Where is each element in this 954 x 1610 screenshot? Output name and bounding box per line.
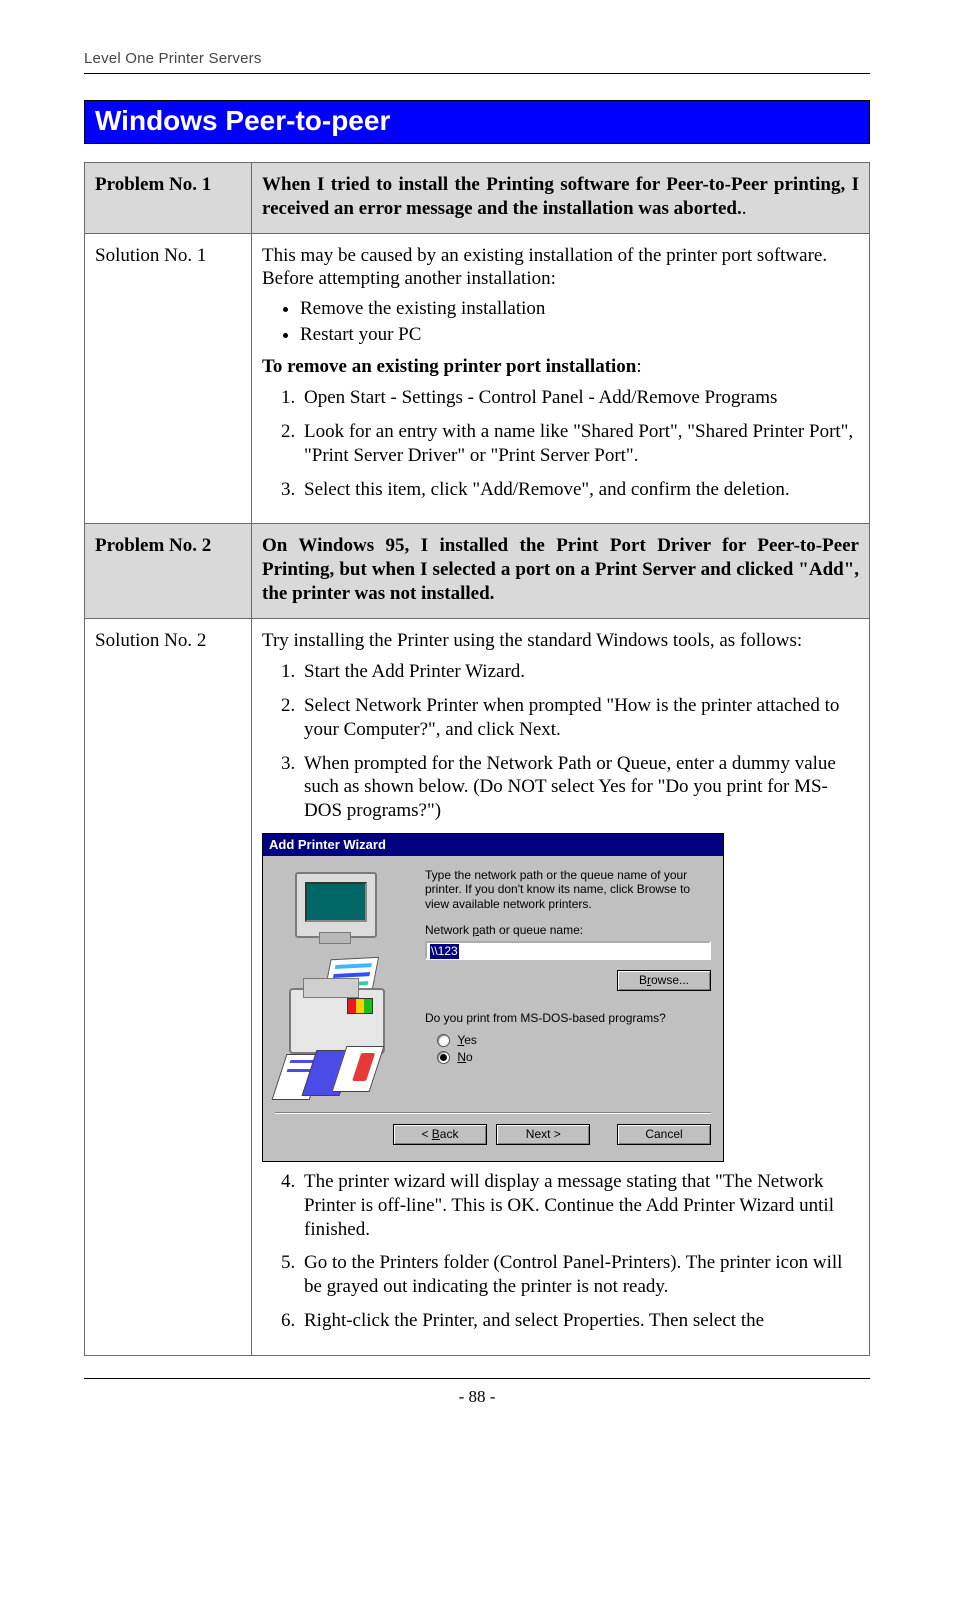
radio-no[interactable]: No	[437, 1050, 711, 1065]
cancel-button[interactable]: Cancel	[617, 1124, 711, 1145]
solution-1-label: Solution No. 1	[85, 233, 252, 524]
btn-part: <	[421, 1127, 431, 1141]
label-part: ath or queue name:	[479, 923, 583, 937]
radio-accel: N	[457, 1050, 466, 1064]
printer-icon	[289, 988, 385, 1054]
list-item: The printer wizard will display a messag…	[300, 1170, 859, 1241]
list-item: Look for an entry with a name like "Shar…	[300, 420, 859, 468]
btn-part: B	[639, 973, 647, 987]
problem-1-label: Problem No. 1	[85, 163, 252, 234]
btn-accelerator: B	[432, 1127, 440, 1141]
solution-1-body: This may be caused by an existing instal…	[252, 233, 870, 524]
list-item: Restart your PC	[300, 323, 859, 347]
dialog-title: Add Printer Wizard	[263, 834, 723, 856]
table-row: Solution No. 1 This may be caused by an …	[85, 233, 870, 524]
network-path-input[interactable]: \\123	[425, 941, 711, 960]
network-path-label: Network path or queue name:	[425, 923, 711, 938]
solution-1-subhead-a: To remove an existing printer port insta…	[262, 356, 636, 377]
solution-2-label: Solution No. 2	[85, 618, 252, 1355]
documents-icon	[279, 1046, 399, 1094]
divider	[275, 1112, 711, 1114]
list-item: Right-click the Printer, and select Prop…	[300, 1309, 859, 1333]
back-button[interactable]: < Back	[393, 1124, 487, 1145]
solution-2-steps-after: The printer wizard will display a messag…	[262, 1170, 859, 1333]
msdos-question: Do you print from MS-DOS-based programs?	[425, 1011, 711, 1026]
solution-2-steps-before: Start the Add Printer Wizard. Select Net…	[262, 660, 859, 823]
solution-2-intro: Try installing the Printer using the sta…	[262, 629, 859, 653]
dialog-form: Type the network path or the queue name …	[425, 868, 711, 1098]
list-item: Remove the existing installation	[300, 297, 859, 321]
solution-1-steps: Open Start - Settings - Control Panel - …	[262, 386, 859, 501]
list-item: Select this item, click "Add/Remove", an…	[300, 478, 859, 502]
radio-yes[interactable]: Yes	[437, 1032, 711, 1047]
radio-icon	[437, 1051, 450, 1064]
solution-1-intro: This may be caused by an existing instal…	[262, 244, 859, 292]
list-item: Start the Add Printer Wizard.	[300, 660, 859, 684]
network-path-value: \\123	[430, 944, 459, 959]
dialog-instruction: Type the network path or the queue name …	[425, 868, 711, 911]
page-number: - 88 -	[84, 1378, 870, 1407]
radio-text: o	[466, 1050, 473, 1064]
wizard-illustration	[275, 868, 413, 1098]
add-printer-wizard-dialog: Add Printer Wizard	[262, 833, 724, 1162]
solution-1-subhead: To remove an existing printer port insta…	[262, 355, 859, 379]
problem-2-text: On Windows 95, I installed the Print Por…	[252, 524, 870, 618]
problem-1-text-a: When I tried to install the Printing sof…	[262, 174, 859, 219]
monitor-icon	[295, 872, 377, 938]
page: Level One Printer Servers Windows Peer-t…	[0, 0, 954, 1431]
problem-1-text: When I tried to install the Printing sof…	[252, 163, 870, 234]
list-item: When prompted for the Network Path or Qu…	[300, 752, 859, 823]
browse-button[interactable]: Browse...	[617, 970, 711, 991]
btn-part: owse...	[651, 973, 689, 987]
next-button[interactable]: Next >	[496, 1124, 590, 1145]
troubleshoot-table: Problem No. 1 When I tried to install th…	[84, 162, 870, 1356]
table-row: Problem No. 1 When I tried to install th…	[85, 163, 870, 234]
solution-2-body: Try installing the Printer using the sta…	[252, 618, 870, 1355]
table-row: Problem No. 2 On Windows 95, I installed…	[85, 524, 870, 618]
dialog-button-row: < Back Next > Cancel	[275, 1124, 711, 1155]
list-item: Go to the Printers folder (Control Panel…	[300, 1251, 859, 1299]
problem-2-label: Problem No. 2	[85, 524, 252, 618]
btn-part: ack	[440, 1127, 459, 1141]
problem-1-text-b: .	[742, 198, 747, 219]
solution-1-bullets: Remove the existing installation Restart…	[262, 297, 859, 347]
radio-text: es	[464, 1033, 477, 1047]
radio-icon	[437, 1034, 450, 1047]
list-item: Select Network Printer when prompted "Ho…	[300, 694, 859, 742]
running-header: Level One Printer Servers	[84, 50, 870, 74]
monitor-foot-icon	[319, 932, 351, 944]
section-title: Windows Peer-to-peer	[84, 100, 870, 144]
label-part: Network	[425, 923, 472, 937]
list-item: Open Start - Settings - Control Panel - …	[300, 386, 859, 410]
table-row: Solution No. 2 Try installing the Printe…	[85, 618, 870, 1355]
solution-1-subhead-b: :	[636, 356, 641, 377]
